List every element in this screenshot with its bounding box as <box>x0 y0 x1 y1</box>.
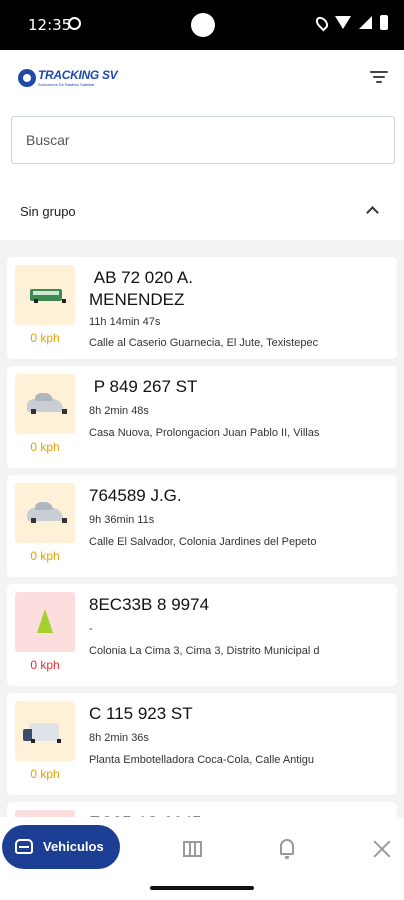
vehicle-duration: 8h 2min 36s <box>89 732 149 744</box>
vehicle-duration: 9h 36min 11s <box>89 514 155 526</box>
direction-arrow-icon <box>37 609 53 633</box>
car-front-icon <box>15 839 33 854</box>
vehicle-plate: C 115 923 ST <box>89 704 193 723</box>
bell-icon[interactable] <box>280 839 294 859</box>
vehicle-card[interactable]: 0 kph 764589 J.G. 9h 36min 11s Calle El … <box>7 475 397 577</box>
filter-icon[interactable] <box>370 68 390 86</box>
vehicle-card[interactable]: 0 kph P 849 267 ST 8h 2min 48s Casa Nuov… <box>7 366 397 468</box>
vehicle-duration: 11h 14min 47s <box>89 316 161 328</box>
vehicle-speed: 0 kph <box>30 658 60 672</box>
vehicle-plate: AB 72 020 A. MENENDEZ <box>89 268 193 309</box>
car-icon <box>27 502 67 523</box>
wifi-icon <box>335 16 351 29</box>
bottom-nav: Vehiculos <box>0 817 404 877</box>
vehicle-card[interactable]: 0 kph AB 72 020 A. MENENDEZ 11h 14min 47… <box>7 257 397 359</box>
vehicle-card[interactable]: 0 kph 8EC33B 8 9974 - Colonia La Cima 3,… <box>7 584 397 686</box>
logo-subtitle: Soluciones De Rastreo Satelital <box>38 82 95 87</box>
vehicle-duration: 8h 2min 48s <box>89 405 149 417</box>
nav-vehicles-button[interactable]: Vehiculos <box>2 825 120 869</box>
status-icons <box>313 14 388 31</box>
vehicle-address: Colonia La Cima 3, Cima 3, Distrito Muni… <box>89 645 320 657</box>
car-icon <box>27 393 67 414</box>
location-icon <box>313 14 331 31</box>
camera-cutout <box>191 13 215 37</box>
vehicle-address: Calle El Salvador, Colonia Jardines del … <box>89 536 317 548</box>
app-header: TRACKING SV Soluciones De Rastreo Sateli… <box>0 50 404 110</box>
map-icon[interactable] <box>183 841 202 857</box>
bus-icon <box>30 289 66 303</box>
vehicle-speed: 0 kph <box>30 767 60 781</box>
vehicle-plate: P 849 267 ST <box>89 377 198 396</box>
status-time: 12:35 <box>28 16 72 34</box>
signal-icon <box>359 16 372 29</box>
vehicle-address: Casa Nuova, Prolongacion Juan Pablo II, … <box>89 427 320 439</box>
vehicle-duration: - <box>89 623 93 635</box>
battery-icon <box>380 15 388 30</box>
tracking-sv-logo: TRACKING SV Soluciones De Rastreo Sateli… <box>18 67 128 91</box>
status-bar: 12:35 <box>0 0 404 50</box>
gesture-bar[interactable] <box>150 886 254 890</box>
vehicle-thumbnail <box>15 483 75 543</box>
app-screen: TRACKING SV Soluciones De Rastreo Sateli… <box>0 50 404 900</box>
vehicle-speed: 0 kph <box>30 331 60 345</box>
vehicle-plate: 8EC33B 8 9974 <box>89 595 210 614</box>
vehicle-thumbnail <box>15 265 75 325</box>
nav-vehicles-label: Vehiculos <box>43 839 104 854</box>
vehicle-plate: 764589 J.G. <box>89 486 182 505</box>
chevron-up-icon[interactable] <box>366 206 379 219</box>
tools-icon[interactable] <box>372 839 392 859</box>
do-not-disturb-icon <box>68 17 81 30</box>
vehicle-speed: 0 kph <box>30 549 60 563</box>
gesture-area <box>0 877 404 900</box>
search-input[interactable] <box>11 116 395 164</box>
search-area: Sin grupo <box>0 110 404 240</box>
logo-title: TRACKING SV <box>38 68 118 82</box>
vehicle-address: Planta Embotelladora Coca-Cola, Calle An… <box>89 754 315 766</box>
globe-logo-icon <box>18 69 36 87</box>
vehicle-card[interactable]: 0 kph C 115 923 ST 8h 2min 36s Planta Em… <box>7 693 397 795</box>
vehicle-address: Calle al Caserio Guarnecia, El Jute, Tex… <box>89 337 319 349</box>
vehicle-thumbnail <box>15 374 75 434</box>
vehicle-speed: 0 kph <box>30 440 60 454</box>
vehicle-list: 0 kph AB 72 020 A. MENENDEZ 11h 14min 47… <box>0 257 404 857</box>
vehicle-thumbnail <box>15 701 75 761</box>
vehicle-thumbnail <box>15 592 75 652</box>
truck-icon <box>23 723 61 743</box>
group-label: Sin grupo <box>20 204 76 219</box>
